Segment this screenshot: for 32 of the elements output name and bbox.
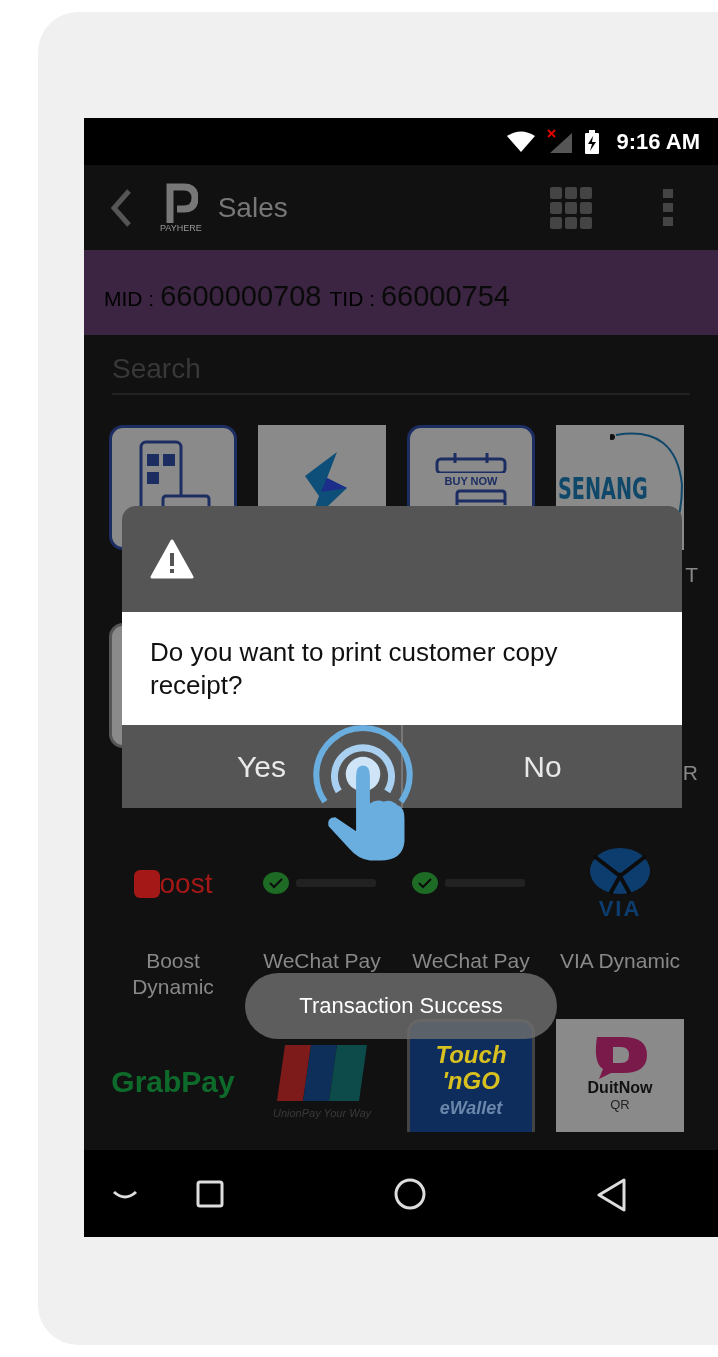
tid-label: TID : (329, 287, 375, 311)
payment-label: Boost Dynamic (131, 948, 215, 1000)
card-icon (455, 488, 507, 505)
calendar-icon (433, 452, 509, 473)
payment-label: VIA Dynamic (559, 948, 681, 974)
tid-value: 66000754 (380, 280, 510, 313)
no-signal-icon (546, 128, 575, 155)
recent-apps-icon[interactable] (196, 1180, 224, 1208)
payment-tile[interactable]: DuitNow QR (556, 1019, 684, 1132)
battery-charging-icon (584, 129, 601, 154)
warning-icon (150, 539, 194, 579)
chevron-down-icon[interactable] (112, 1190, 138, 1200)
dialog-message: Do you want to print customer copy receipt? (150, 635, 559, 702)
card-stripes-icon (277, 1044, 367, 1101)
screen-title: Sales (217, 191, 288, 224)
wifi-icon (506, 130, 537, 153)
grid-icon[interactable] (550, 187, 592, 229)
toast: Transaction Success (245, 973, 557, 1039)
mid-label: MID : (104, 287, 155, 311)
via-emblem-icon (588, 845, 652, 896)
menu-icon[interactable] (663, 189, 673, 227)
logo-text: PAYHERE (160, 222, 202, 233)
status-time: 9:16 AM (616, 128, 700, 155)
payment-label: T (685, 562, 698, 588)
payment-label: WeChat Pay (412, 948, 530, 974)
tap-hand-icon (311, 724, 415, 864)
payment-label: R (682, 760, 698, 786)
payment-logo[interactable]: oost (133, 867, 213, 900)
mid-value: 6600000708 (160, 280, 322, 313)
home-icon[interactable] (394, 1178, 426, 1210)
payment-logo[interactable]: GrabPay (111, 1064, 235, 1099)
payment-label: WeChat Pay (263, 948, 381, 974)
